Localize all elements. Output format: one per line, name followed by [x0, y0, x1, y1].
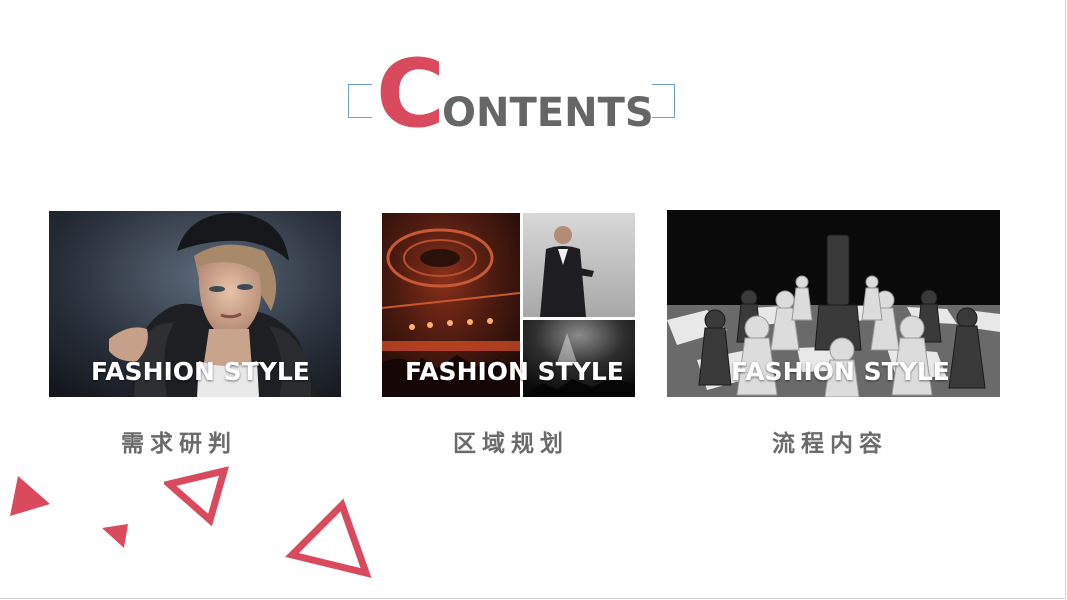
- card-label-process: 流程内容: [772, 431, 888, 457]
- card-caption: FASHION STYLE: [91, 357, 310, 386]
- card-label-demand: 需求研判: [121, 431, 237, 457]
- triangle-outline-decoration: [164, 466, 230, 526]
- title-initial: C: [376, 40, 445, 149]
- triangle-outline-decoration: [285, 498, 372, 578]
- card-caption: FASHION STYLE: [731, 357, 950, 386]
- card-caption: FASHION STYLE: [405, 357, 624, 386]
- title-text: ONTENTS: [442, 90, 654, 136]
- card-label-planning: 区域规划: [453, 431, 569, 457]
- triangle-decoration: [10, 476, 50, 516]
- triangle-decoration: [102, 524, 128, 548]
